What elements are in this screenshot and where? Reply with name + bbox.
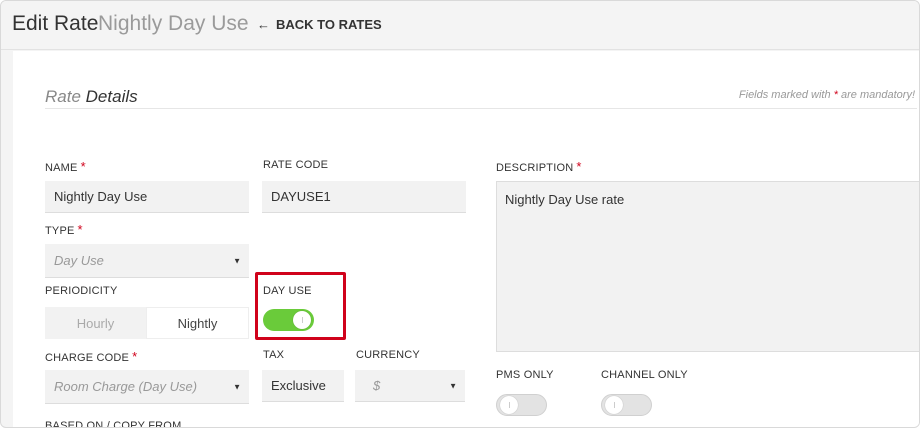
channel-only-label-text: CHANNEL ONLY	[601, 369, 688, 381]
day-use-highlight	[255, 272, 346, 340]
periodicity-label-text: PERIODICITY	[45, 285, 118, 297]
required-star: *	[132, 349, 138, 364]
type-label: TYPE *	[45, 222, 83, 237]
charge-code-value: Room Charge (Day Use)	[54, 379, 198, 394]
switch-knob	[500, 396, 518, 414]
based-on-label: BASED ON / COPY FROM	[45, 420, 182, 428]
mandatory-star: *	[833, 89, 838, 101]
mandatory-note-text-end: are mandatory!	[841, 89, 915, 101]
caret-down-icon: ▼	[449, 381, 457, 390]
description-value: Nightly Day Use rate	[505, 192, 625, 207]
channel-only-label: CHANNEL ONLY	[601, 369, 688, 381]
periodicity-toggle: Hourly Nightly	[45, 307, 249, 339]
mandatory-note: Fields marked with * are mandatory!	[739, 89, 915, 101]
description-label: DESCRIPTION *	[496, 159, 582, 174]
tax-label: TAX	[263, 349, 284, 361]
page-header: Edit Rate Nightly Day Use ← BACK TO RATE…	[1, 1, 919, 50]
page-subtitle: Nightly Day Use	[98, 12, 249, 35]
tax-field[interactable]: Exclusive	[262, 370, 344, 402]
periodicity-option-nightly[interactable]: Nightly	[146, 307, 249, 339]
pms-only-label-text: PMS ONLY	[496, 369, 554, 381]
pms-only-label: PMS ONLY	[496, 369, 554, 381]
rate-code-input[interactable]: DAYUSE1	[262, 181, 466, 213]
rate-code-value: DAYUSE1	[271, 189, 331, 204]
periodicity-label: PERIODICITY	[45, 285, 118, 297]
mandatory-note-text: Fields marked with	[738, 89, 831, 101]
name-label-text: NAME	[45, 162, 78, 174]
description-label-text: DESCRIPTION	[496, 162, 574, 174]
currency-label-text: CURRENCY	[356, 349, 420, 361]
left-arrow-icon: ←	[257, 17, 270, 32]
name-value: Nightly Day Use	[54, 189, 148, 204]
section-title-dark: Details	[85, 87, 138, 106]
pms-only-switch[interactable]	[496, 394, 547, 416]
required-star: *	[80, 159, 86, 174]
channel-only-switch[interactable]	[601, 394, 652, 416]
currency-select[interactable]: $ ▼	[355, 370, 465, 402]
back-to-rates-label: BACK TO RATES	[276, 17, 382, 32]
app-window: Edit Rate Nightly Day Use ← BACK TO RATE…	[0, 0, 920, 428]
description-textarea[interactable]: Nightly Day Use rate	[496, 181, 919, 352]
type-value: Day Use	[54, 253, 104, 268]
periodicity-option-hourly[interactable]: Hourly	[45, 307, 146, 339]
required-star: *	[576, 159, 582, 174]
based-on-label-text: BASED ON / COPY FROM	[45, 420, 182, 428]
currency-value: $	[373, 378, 381, 393]
required-star: *	[77, 222, 83, 237]
charge-code-select[interactable]: Room Charge (Day Use) ▼	[45, 370, 249, 404]
tax-value: Exclusive	[271, 378, 326, 393]
rate-code-label-text: RATE CODE	[263, 159, 329, 171]
section-title: Rate Details	[45, 87, 138, 107]
type-label-text: TYPE	[45, 225, 75, 237]
type-select[interactable]: Day Use ▼	[45, 244, 249, 278]
name-label: NAME *	[45, 159, 86, 174]
switch-knob	[605, 396, 623, 414]
caret-down-icon: ▼	[233, 256, 241, 265]
tax-label-text: TAX	[263, 349, 285, 361]
currency-label: CURRENCY	[356, 349, 420, 361]
section-title-light: Rate	[45, 87, 81, 106]
caret-down-icon: ▼	[233, 382, 241, 391]
name-input[interactable]: Nightly Day Use	[45, 181, 249, 213]
page-title: Edit Rate	[12, 12, 99, 35]
charge-code-label: CHARGE CODE *	[45, 349, 137, 364]
section-divider	[45, 108, 917, 109]
back-to-rates-link[interactable]: ← BACK TO RATES	[257, 17, 382, 32]
charge-code-label-text: CHARGE CODE	[45, 352, 130, 364]
rate-code-label: RATE CODE	[263, 159, 328, 171]
